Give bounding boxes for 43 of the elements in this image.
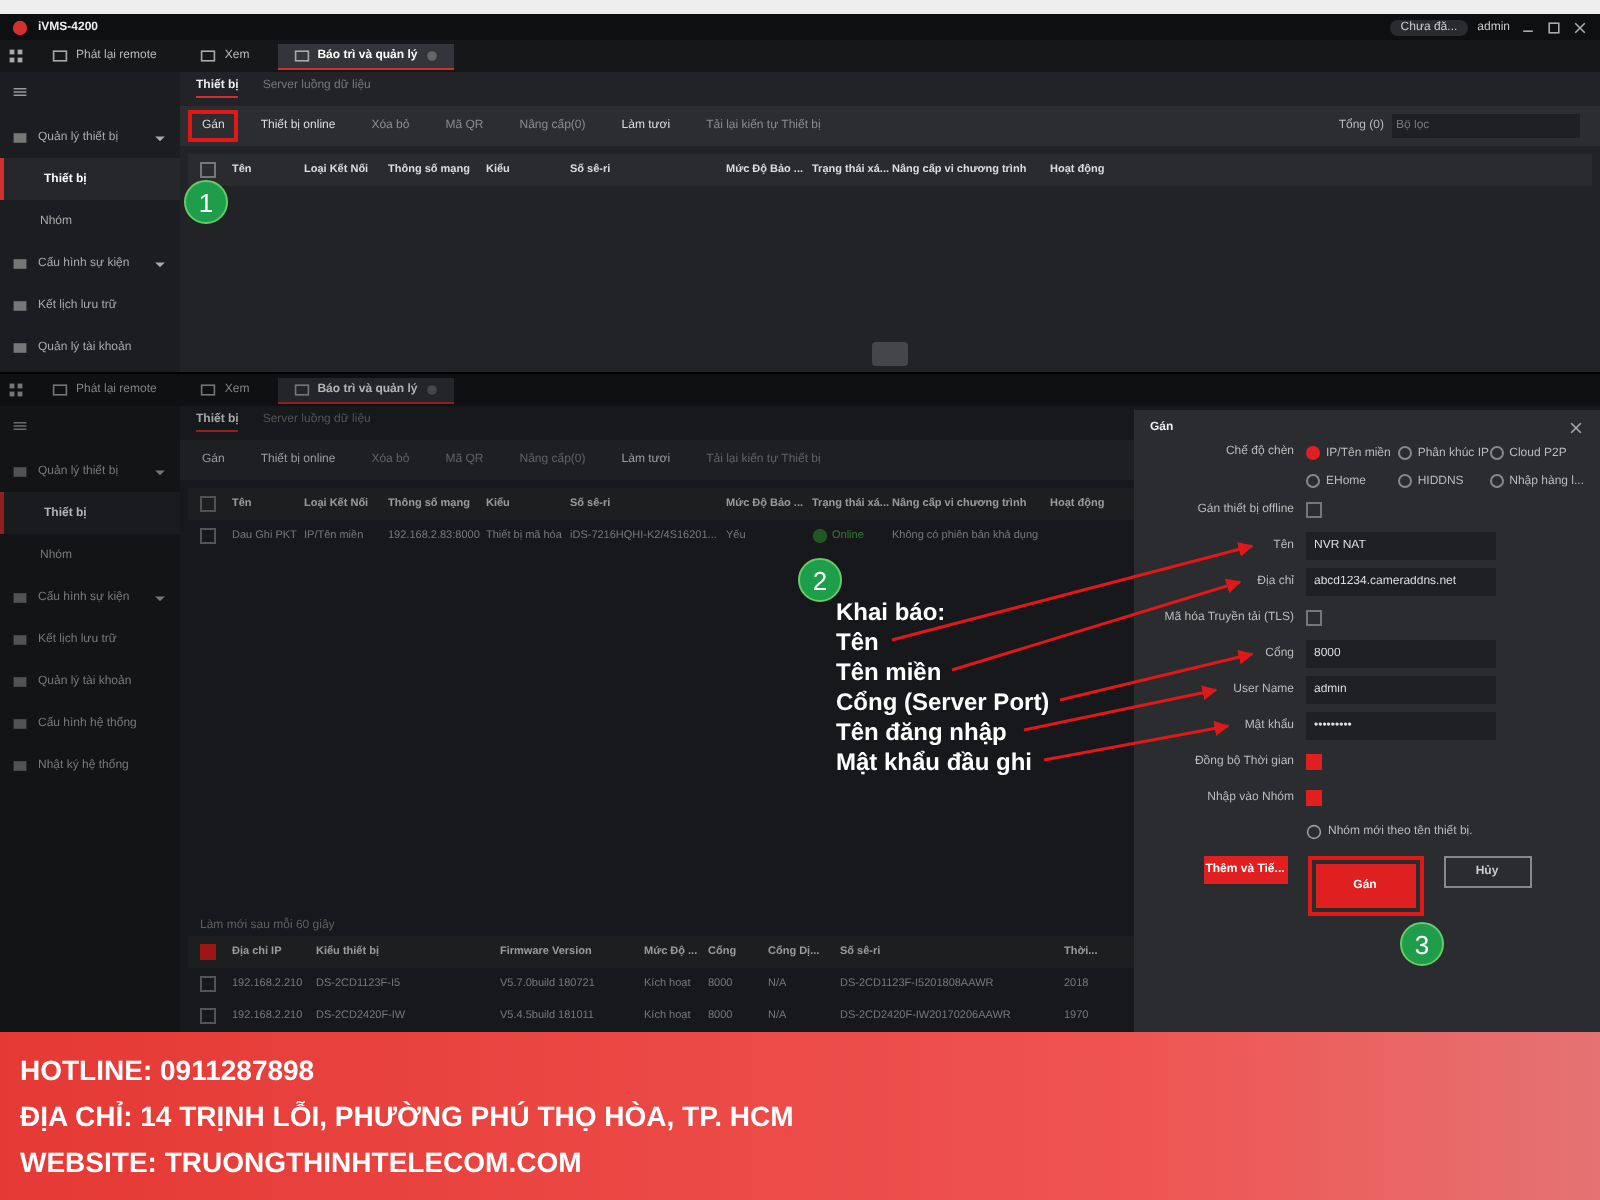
grid-icon[interactable]: [8, 48, 24, 64]
checkbox[interactable]: [200, 976, 216, 992]
checkbox[interactable]: [1306, 610, 1322, 626]
checkbox[interactable]: [1306, 790, 1322, 806]
annotation-text: Tên: [836, 628, 881, 658]
monitor-icon: [293, 47, 310, 63]
annotation-text: Cổng (Server Port): [836, 688, 1050, 718]
annotation-text: Tên miền: [836, 658, 944, 688]
menu-icon[interactable]: [12, 84, 28, 100]
monitor-icon: [200, 48, 217, 64]
folder-icon: [12, 673, 28, 689]
folder-icon: [12, 297, 28, 313]
checkbox[interactable]: [200, 528, 216, 544]
folder-icon: [12, 757, 28, 773]
monitor-icon: [52, 48, 68, 64]
annotation-text: Tên đăng nhập: [836, 718, 1009, 748]
checkbox[interactable]: [1306, 754, 1322, 770]
info-icon: [1306, 824, 1322, 840]
annotation-text: Mật khẩu đầu ghi: [836, 748, 1035, 778]
checkbox[interactable]: [200, 1008, 216, 1024]
website-text: WEBSITE: TRUONGTHINHTELECOM.COM: [20, 1146, 584, 1178]
checkbox[interactable]: [200, 496, 216, 512]
folder-icon: [12, 589, 28, 605]
annotation-title: Khai báo:: [836, 598, 948, 628]
checkbox[interactable]: [1306, 502, 1322, 518]
hotline-text: HOTLINE: 0911287898: [20, 1054, 317, 1086]
folder-icon: [12, 255, 28, 271]
monitor-icon: [52, 382, 68, 398]
logo-icon: [12, 19, 28, 35]
folder-icon: [12, 463, 28, 479]
empty-box-icon: [870, 340, 910, 368]
grid-icon[interactable]: [8, 382, 24, 398]
folder-icon: [12, 715, 28, 731]
menu-icon[interactable]: [12, 418, 28, 434]
monitor-icon: [293, 381, 310, 397]
folder-icon: [12, 631, 28, 647]
folder-icon: [12, 129, 28, 145]
checkbox[interactable]: [200, 944, 216, 960]
address-text: ĐỊA CHỈ: 14 TRỊNH LỖI, PHƯỜNG PHÚ THỌ HÒA, TP. HCM: [20, 1100, 796, 1132]
folder-icon: [12, 339, 28, 355]
monitor-icon: [200, 382, 217, 398]
maximize-icon[interactable]: [1546, 19, 1562, 35]
checkbox[interactable]: [200, 162, 216, 178]
